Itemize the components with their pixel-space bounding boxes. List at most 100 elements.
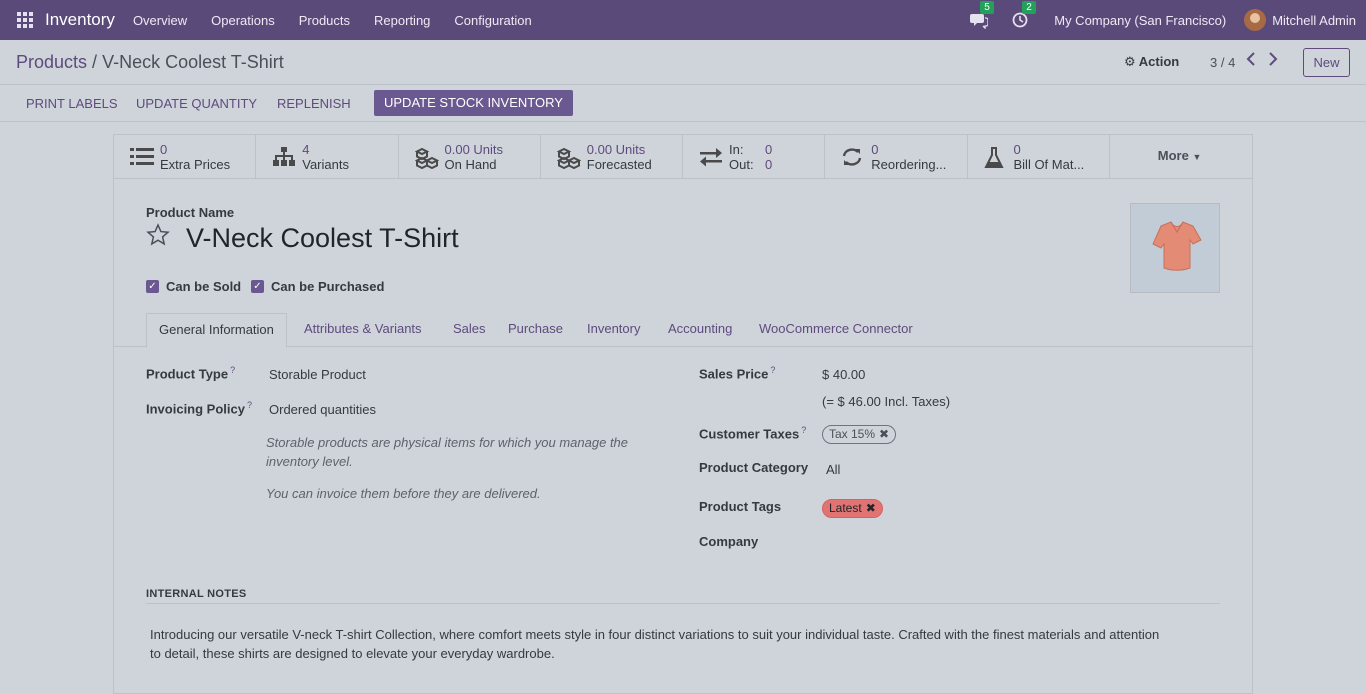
breadcrumb-products[interactable]: Products	[16, 52, 87, 72]
tab-woocommerce-connector[interactable]: WooCommerce Connector	[759, 321, 913, 336]
forecasted-quantity: 0.00 Units	[586, 142, 646, 157]
update-quantity-button[interactable]: Update Quantity	[136, 96, 257, 111]
help-tooltip-icon[interactable]: ?	[770, 365, 775, 375]
on-hand-smart-button[interactable]: 0.00 Units On Hand	[399, 135, 541, 179]
product-category-field[interactable]: All	[826, 462, 840, 477]
replenish-button[interactable]: Replenish	[277, 96, 351, 111]
menu-reporting[interactable]: Reporting	[374, 13, 430, 28]
sales-price-label: Sales Price?	[699, 365, 776, 382]
product-type-label: Product Type?	[146, 365, 236, 382]
help-tooltip-icon[interactable]: ?	[230, 365, 235, 375]
menu-operations[interactable]: Operations	[211, 13, 275, 28]
list-icon	[130, 147, 154, 167]
can-be-purchased-label: Can be Purchased	[271, 279, 385, 294]
remove-tag-icon[interactable]: ✖	[879, 427, 889, 441]
new-record-button[interactable]: New	[1303, 48, 1350, 77]
checkbox-checked-icon: ✓	[251, 280, 264, 293]
forecasted-smart-button[interactable]: 0.00 Units Forecasted	[541, 135, 683, 179]
company-switcher[interactable]: My Company (San Francisco)	[1054, 13, 1226, 28]
in-value: 0	[765, 142, 773, 157]
navbar-systray: 5 2 My Company (San Francisco) Mitchell …	[970, 0, 1366, 40]
gear-icon: ⚙	[1124, 54, 1136, 69]
activities-count-badge: 2	[1022, 1, 1036, 14]
smart-buttons-row: 0 Extra Prices 4 Variants 0.00 Units On …	[114, 135, 1252, 179]
bom-label: Bill Of Mat...	[1013, 157, 1085, 172]
help-tooltip-icon[interactable]: ?	[247, 400, 252, 410]
tax-tag[interactable]: Tax 15% ✖	[822, 425, 897, 444]
forecasted-label: Forecasted	[586, 157, 652, 172]
product-image[interactable]	[1130, 203, 1220, 293]
breadcrumb: Products / V-Neck Coolest T-Shirt	[16, 52, 284, 73]
exchange-icon	[699, 147, 723, 167]
extra-prices-smart-button[interactable]: 0 Extra Prices	[114, 135, 257, 179]
internal-notes-title: INTERNAL NOTES	[146, 588, 247, 600]
pager-value[interactable]: 3 / 4	[1210, 55, 1235, 70]
tab-attributes-variants[interactable]: Attributes & Variants	[304, 321, 422, 336]
menu-configuration[interactable]: Configuration	[454, 13, 531, 28]
more-label: More ▼	[1157, 148, 1202, 163]
top-navbar: Inventory Overview Operations Products R…	[0, 0, 1366, 40]
variants-count: 4	[302, 142, 310, 157]
tab-inventory[interactable]: Inventory	[587, 321, 640, 336]
menu-products[interactable]: Products	[299, 13, 350, 28]
user-menu[interactable]: Mitchell Admin	[1272, 13, 1356, 28]
can-be-sold-checkbox[interactable]: ✓ Can be Sold	[146, 279, 241, 294]
breadcrumb-current: V-Neck Coolest T-Shirt	[102, 52, 284, 72]
product-type-field[interactable]: Storable Product	[269, 367, 366, 382]
reordering-smart-button[interactable]: 0 Reordering...	[825, 135, 968, 179]
form-sheet: 0 Extra Prices 4 Variants 0.00 Units On …	[113, 134, 1253, 694]
invoicing-policy-label: Invoicing Policy?	[146, 400, 252, 417]
reordering-label: Reordering...	[871, 157, 947, 172]
favorite-star-icon[interactable]	[146, 223, 170, 254]
flask-icon	[983, 147, 1008, 168]
can-be-purchased-checkbox[interactable]: ✓ Can be Purchased	[251, 279, 384, 294]
in-label: In:	[729, 142, 744, 157]
app-brand[interactable]: Inventory	[45, 10, 115, 30]
product-name-label: Product Name	[146, 205, 235, 220]
sales-price-field[interactable]: $ 40.00	[822, 367, 865, 382]
breadcrumb-separator: /	[87, 52, 103, 72]
tab-accounting[interactable]: Accounting	[668, 321, 732, 336]
price-incl-taxes: (= $ 46.00 Incl. Taxes)	[822, 394, 951, 409]
main-menu: Overview Operations Products Reporting C…	[133, 13, 556, 28]
product-name-field[interactable]: V-Neck Coolest T-Shirt	[186, 223, 459, 254]
caret-down-icon: ▼	[1192, 152, 1202, 162]
tab-general-information[interactable]: General Information	[146, 313, 287, 348]
invoicing-policy-field[interactable]: Ordered quantities	[269, 402, 376, 417]
pager-next-icon[interactable]	[1268, 52, 1278, 71]
messages-icon[interactable]: 5	[970, 1, 994, 30]
tab-sales[interactable]: Sales	[453, 321, 486, 336]
out-value: 0	[765, 157, 773, 172]
tshirt-image-icon	[1152, 221, 1202, 271]
user-avatar[interactable]	[1244, 9, 1267, 31]
product-category-label: Product Category	[699, 460, 809, 475]
extra-prices-count: 0	[160, 142, 168, 157]
bill-of-materials-smart-button[interactable]: 0 Bill Of Mat...	[968, 135, 1110, 179]
menu-overview[interactable]: Overview	[133, 13, 187, 28]
remove-tag-icon[interactable]: ✖	[866, 501, 876, 515]
cubes-icon	[556, 147, 581, 170]
apps-menu-icon[interactable]	[17, 12, 33, 28]
help-tooltip-icon[interactable]: ?	[801, 425, 806, 435]
refresh-icon	[841, 147, 865, 167]
internal-notes-field[interactable]: Introducing our versatile V-neck T-shirt…	[150, 625, 1170, 663]
reordering-count: 0	[871, 142, 879, 157]
pager-previous-icon[interactable]	[1246, 52, 1256, 71]
checkbox-checked-icon: ✓	[146, 280, 159, 293]
customer-taxes-label: Customer Taxes?	[699, 425, 807, 442]
in-out-smart-button[interactable]: In: 0 Out: 0	[683, 135, 826, 179]
form-statusbar: Print Labels Update Quantity Replenish U…	[0, 86, 1366, 122]
action-menu-button[interactable]: ⚙ Action	[1124, 54, 1179, 70]
extra-prices-label: Extra Prices	[160, 157, 231, 172]
bom-count: 0	[1013, 142, 1021, 157]
action-label: Action	[1138, 54, 1180, 69]
latest-tag[interactable]: Latest ✖	[822, 499, 883, 518]
notes-divider	[146, 603, 1220, 604]
more-smart-buttons-dropdown[interactable]: More ▼	[1110, 135, 1252, 179]
update-stock-inventory-button[interactable]: Update Stock Inventory	[374, 90, 573, 116]
tab-purchase[interactable]: Purchase	[508, 321, 563, 336]
on-hand-label: On Hand	[444, 157, 497, 172]
print-labels-button[interactable]: Print Labels	[26, 96, 118, 111]
activities-clock-icon[interactable]: 2	[1012, 1, 1036, 29]
variants-smart-button[interactable]: 4 Variants	[256, 135, 399, 179]
